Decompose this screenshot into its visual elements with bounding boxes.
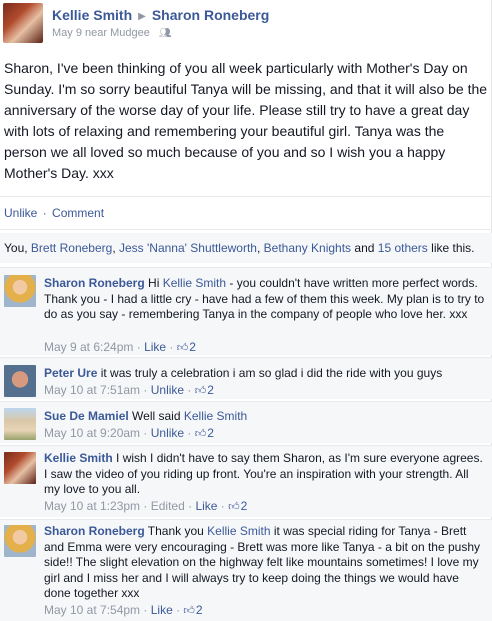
separator: · bbox=[217, 499, 229, 513]
separator: · bbox=[140, 499, 151, 513]
unlike-button[interactable]: Unlike bbox=[4, 206, 37, 220]
arrow-right-icon: ▶ bbox=[138, 11, 146, 22]
like-count-value: 2 bbox=[240, 499, 248, 513]
commenter-avatar[interactable] bbox=[4, 452, 36, 484]
likes-you: You bbox=[4, 241, 25, 255]
feed-story: Kellie Smith ▶ Sharon Roneberg May 9 near … bbox=[0, 0, 492, 621]
comment-author[interactable]: Sharon Roneberg bbox=[44, 276, 145, 290]
commenter-avatar[interactable] bbox=[4, 408, 36, 440]
likes-separator: , bbox=[256, 241, 264, 255]
comment-time[interactable]: May 10 at 9:20am bbox=[44, 426, 140, 440]
comment: Peter Ure it was truly a celebration i a… bbox=[0, 357, 492, 399]
comment-mention[interactable]: Kellie Smith bbox=[184, 409, 247, 423]
story-date[interactable]: May 9 bbox=[52, 27, 82, 39]
comment-time[interactable]: May 10 at 7:54pm bbox=[44, 603, 140, 617]
commenter-avatar[interactable] bbox=[4, 275, 36, 307]
comment-body: Kellie Smith I wish I didn't have to say… bbox=[44, 451, 486, 498]
comment-author[interactable]: Sue De Mamiel bbox=[44, 409, 129, 423]
edited-label[interactable]: Edited bbox=[151, 499, 185, 513]
thumbs-up-icon: 👍︎ bbox=[194, 428, 207, 440]
story-location[interactable]: near Mudgee bbox=[85, 27, 150, 39]
comment-body: Sue De Mamiel Well said Kellie Smith bbox=[44, 409, 486, 425]
divider bbox=[0, 196, 492, 197]
separator: · bbox=[133, 340, 145, 354]
like-button[interactable]: Like bbox=[151, 603, 173, 617]
like-button[interactable]: Like bbox=[144, 340, 166, 354]
comment-body: Sharon Roneberg Hi Kellie Smith - you co… bbox=[44, 276, 486, 323]
unlike-button[interactable]: Unlike bbox=[151, 383, 184, 397]
divider bbox=[0, 229, 492, 230]
liker-link[interactable]: Jess 'Nanna' Shuttleworth bbox=[119, 241, 257, 255]
story-meta: May 9 near Mudgee 👥︎ bbox=[52, 27, 172, 39]
separator: · bbox=[42, 206, 47, 220]
comment-body: Sharon Roneberg Thank you Kellie Smith i… bbox=[44, 524, 486, 602]
actor-link[interactable]: Kellie Smith bbox=[52, 7, 132, 23]
comment: Sharon Roneberg Hi Kellie Smith - you co… bbox=[0, 267, 492, 355]
unlike-button[interactable]: Unlike bbox=[151, 426, 184, 440]
friends-icon[interactable]: 👥︎ bbox=[159, 28, 172, 39]
likes-suffix: like this. bbox=[427, 241, 475, 255]
like-count[interactable]: 👍︎2 bbox=[183, 603, 202, 617]
comment-body: Peter Ure it was truly a celebration i a… bbox=[44, 366, 486, 382]
separator: · bbox=[184, 383, 195, 397]
separator: · bbox=[172, 603, 184, 617]
likes-others-link[interactable]: 15 others bbox=[378, 241, 428, 255]
comment-time[interactable]: May 9 at 6:24pm bbox=[44, 340, 133, 354]
like-count[interactable]: 👍︎2 bbox=[228, 499, 247, 513]
liker-link[interactable]: Brett Roneberg bbox=[31, 241, 112, 255]
separator: · bbox=[166, 340, 177, 354]
comment: Sue De Mamiel Well said Kellie Smith May… bbox=[0, 401, 492, 443]
commenter-avatar[interactable] bbox=[4, 525, 36, 557]
like-count-value: 2 bbox=[207, 383, 214, 397]
target-link[interactable]: Sharon Roneberg bbox=[152, 7, 269, 23]
separator: · bbox=[184, 426, 195, 440]
like-count[interactable]: 👍︎2 bbox=[195, 426, 214, 440]
thumbs-up-icon: 👍︎ bbox=[183, 605, 195, 617]
story-message: Sharon, I've been thinking of you all we… bbox=[4, 60, 488, 181]
comment-author[interactable]: Peter Ure bbox=[44, 366, 97, 380]
comment-meta: May 9 at 6:24pm · Like · 👍︎2 bbox=[44, 340, 196, 354]
comment-button[interactable]: Comment bbox=[52, 206, 104, 220]
likes-summary: You, Brett Roneberg, Jess 'Nanna' Shuttl… bbox=[0, 233, 492, 263]
thumbs-up-icon: 👍︎ bbox=[194, 385, 207, 397]
comment-mention[interactable]: Kellie Smith bbox=[207, 524, 270, 538]
like-count-value: 2 bbox=[195, 603, 203, 617]
comment: Kellie Smith I wish I didn't have to say… bbox=[0, 445, 492, 517]
separator: · bbox=[140, 603, 151, 617]
comment-meta: May 10 at 9:20am · Unlike · 👍︎2 bbox=[44, 426, 214, 440]
separator: · bbox=[140, 383, 151, 397]
story-actors: Kellie Smith ▶ Sharon Roneberg bbox=[52, 7, 269, 23]
like-button[interactable]: Like bbox=[195, 499, 217, 513]
likes-separator: , bbox=[24, 241, 31, 255]
comment-text: it was truly a celebration i am so glad … bbox=[97, 366, 443, 380]
comment: Sharon Roneberg Thank you Kellie Smith i… bbox=[0, 519, 492, 621]
thumbs-up-icon: 👍︎ bbox=[176, 342, 189, 354]
like-count[interactable]: 👍︎2 bbox=[195, 383, 214, 397]
comment-time[interactable]: May 10 at 1:23pm bbox=[44, 499, 140, 513]
comment-meta: May 10 at 7:54pm · Like · 👍︎2 bbox=[44, 603, 203, 617]
comment-author[interactable]: Kellie Smith bbox=[44, 451, 113, 465]
comment-text: Well said bbox=[128, 409, 184, 423]
separator: · bbox=[184, 499, 196, 513]
thumbs-up-icon: 👍︎ bbox=[228, 501, 240, 513]
story-actions: Unlike · Comment bbox=[4, 206, 104, 220]
comment-text: Thank you bbox=[144, 524, 208, 538]
commenter-avatar[interactable] bbox=[4, 365, 36, 397]
liker-link[interactable]: Bethany Knights bbox=[264, 241, 351, 255]
author-avatar[interactable] bbox=[3, 3, 43, 43]
like-count[interactable]: 👍︎2 bbox=[177, 340, 196, 354]
likes-separator: , bbox=[112, 241, 119, 255]
likes-and: and bbox=[351, 241, 378, 255]
comment-meta: May 10 at 7:51am · Unlike · 👍︎2 bbox=[44, 383, 214, 397]
like-count-value: 2 bbox=[189, 340, 196, 354]
like-count-value: 2 bbox=[207, 426, 214, 440]
comment-meta: May 10 at 1:23pm · Edited · Like · 👍︎2 bbox=[44, 499, 247, 513]
separator: · bbox=[140, 426, 151, 440]
comment-mention[interactable]: Kellie Smith bbox=[163, 276, 226, 290]
comment-author[interactable]: Sharon Roneberg bbox=[44, 524, 145, 538]
comment-text: Hi bbox=[144, 276, 163, 290]
comment-time[interactable]: May 10 at 7:51am bbox=[44, 383, 140, 397]
